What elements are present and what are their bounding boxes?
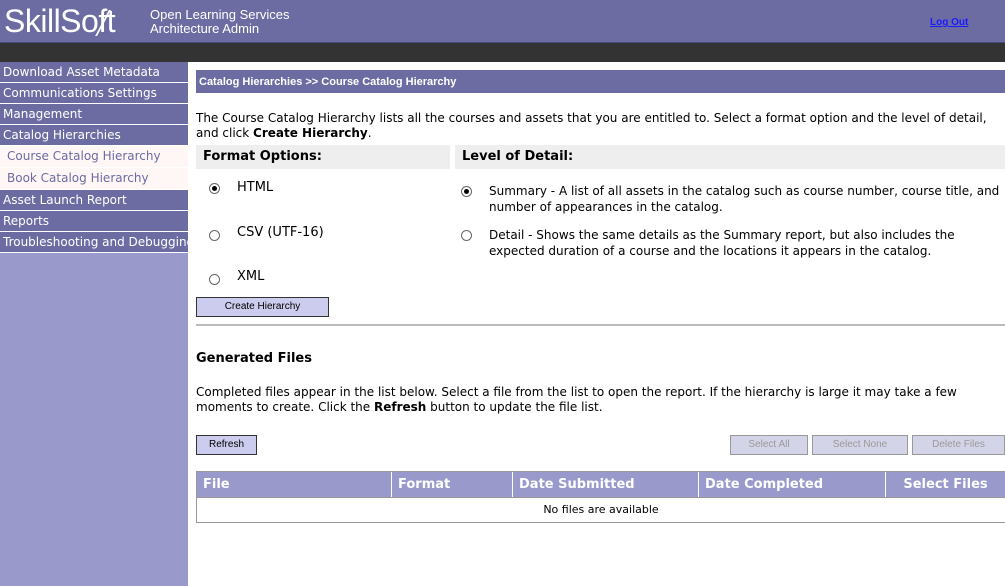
detail-option-detail-label: Detail - Shows the same details as the S… xyxy=(489,228,955,258)
refresh-button[interactable]: Refresh xyxy=(196,435,257,455)
delete-files-button[interactable]: Delete Files xyxy=(912,435,1005,455)
intro-text: The Course Catalog Hierarchy lists all t… xyxy=(196,111,987,140)
column-header-file[interactable]: File xyxy=(197,472,392,497)
generated-files-title: Generated Files xyxy=(196,351,312,366)
tagline-line1: Open Learning Services xyxy=(150,7,290,22)
sidebar-item-reports[interactable]: Reports xyxy=(0,211,188,232)
format-option-csv[interactable]: CSV (UTF-16) xyxy=(209,225,324,244)
tagline-line2: Architecture Admin xyxy=(150,21,260,36)
column-header-date-submitted[interactable]: Date Submitted xyxy=(513,472,699,497)
level-of-detail-title: Level of Detail: xyxy=(455,145,1005,169)
sidebar-subitem-book-catalog-hierarchy[interactable]: Book Catalog Hierarchy xyxy=(0,168,188,190)
section-divider xyxy=(196,324,1005,326)
app-header: SkillSoft Open Learning Services Archite… xyxy=(0,0,1005,43)
select-all-button[interactable]: Select All xyxy=(730,435,808,455)
files-table: File Format Date Submitted Date Complete… xyxy=(196,471,1005,523)
empty-table-message: No files are available xyxy=(197,497,1005,522)
sidebar-subitem-course-catalog-hierarchy[interactable]: Course Catalog Hierarchy xyxy=(0,146,188,168)
breadcrumb: Catalog Hierarchies >> Course Catalog Hi… xyxy=(196,70,1005,93)
radio-html[interactable] xyxy=(209,183,220,194)
options-header: Format Options: Level of Detail: xyxy=(196,145,1005,169)
sidebar-item-management[interactable]: Management xyxy=(0,104,188,125)
logout-link[interactable]: Log Out xyxy=(930,17,968,28)
sidebar-item-troubleshooting[interactable]: Troubleshooting and Debugging xyxy=(0,232,188,253)
select-none-button[interactable]: Select None xyxy=(812,435,908,455)
radio-xml[interactable] xyxy=(209,274,220,285)
sidebar-item-catalog-hierarchies[interactable]: Catalog Hierarchies xyxy=(0,125,188,146)
header-divider-bar xyxy=(0,43,1005,62)
main-content: Catalog Hierarchies >> Course Catalog Hi… xyxy=(196,70,1005,169)
column-header-format[interactable]: Format xyxy=(392,472,513,497)
radio-summary[interactable] xyxy=(461,186,472,197)
detail-option-summary[interactable] xyxy=(461,186,472,200)
sidebar-item-asset-launch-report[interactable]: Asset Launch Report xyxy=(0,190,188,211)
radio-csv[interactable] xyxy=(209,230,220,241)
column-header-select-files[interactable]: Select Files xyxy=(886,472,1005,497)
generated-files-text: Completed files appear in the list below… xyxy=(196,385,957,414)
create-hierarchy-button[interactable]: Create Hierarchy xyxy=(196,297,329,317)
sidebar-item-download-asset-metadata[interactable]: Download Asset Metadata xyxy=(0,62,188,83)
format-option-xml-label: XML xyxy=(237,269,265,284)
app-tagline: Open Learning Services Architecture Admi… xyxy=(150,8,289,36)
format-option-csv-label: CSV (UTF-16) xyxy=(237,225,324,240)
detail-option-summary-label: Summary - A list of all assets in the ca… xyxy=(489,184,1000,214)
format-option-html[interactable]: HTML xyxy=(209,180,273,197)
format-option-xml[interactable]: XML xyxy=(209,269,264,288)
column-header-date-completed[interactable]: Date Completed xyxy=(699,472,886,497)
format-option-html-label: HTML xyxy=(237,180,274,195)
detail-option-detail[interactable] xyxy=(461,230,472,244)
sidebar-item-communications-settings[interactable]: Communications Settings xyxy=(0,83,188,104)
skillsoft-logo: SkillSoft xyxy=(4,3,116,39)
table-header: File Format Date Submitted Date Complete… xyxy=(197,472,1005,497)
sidebar-nav: Download Asset Metadata Communications S… xyxy=(0,62,188,586)
format-options-title: Format Options: xyxy=(196,145,450,169)
radio-detail[interactable] xyxy=(461,230,472,241)
